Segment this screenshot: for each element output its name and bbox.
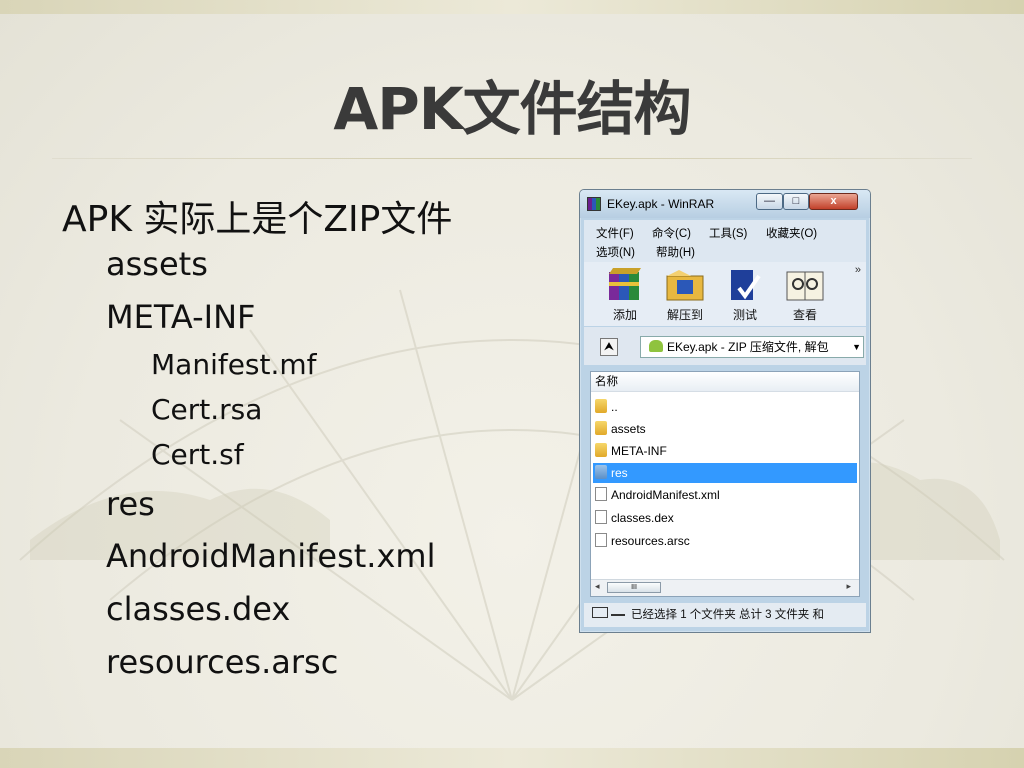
test-button[interactable]: 测试 [718, 266, 772, 324]
list-item-selected[interactable]: res [593, 463, 857, 483]
list-item[interactable]: .. [593, 397, 857, 417]
minimize-button[interactable]: — [756, 193, 783, 210]
window-title: EKey.apk - WinRAR [607, 197, 715, 211]
add-button[interactable]: 添加 [598, 266, 652, 324]
test-icon [723, 266, 767, 304]
bullet-level2: META-INF [106, 298, 256, 336]
toolbar: 添加 解压到 测试 查看 » [584, 262, 866, 326]
file-icon [595, 533, 607, 547]
menu-help[interactable]: 帮助(H) [656, 244, 695, 260]
bullet-level1: APK 实际上是个ZIP文件 [62, 199, 453, 240]
folder-icon [595, 465, 607, 479]
title-divider [52, 158, 972, 159]
menu-favorites[interactable]: 收藏夹(O) [766, 225, 817, 241]
bottom-decor-band [0, 748, 1024, 768]
slide-title: APK文件结构 [333, 75, 691, 143]
view-icon [783, 266, 827, 304]
list-item[interactable]: assets [593, 419, 857, 439]
scroll-right-icon[interactable]: ▸ [846, 581, 851, 592]
test-label: 测试 [732, 308, 757, 322]
up-folder-icon[interactable]: ⮝ [600, 338, 618, 356]
bullet-level3: Cert.sf [151, 438, 244, 471]
folder-icon [595, 421, 607, 435]
address-text: EKey.apk - ZIP 压缩文件, 解包 [667, 340, 829, 354]
extract-button[interactable]: 解压到 [658, 266, 712, 324]
bullet-level2: AndroidManifest.xml [106, 537, 436, 575]
add-label: 添加 [612, 308, 637, 322]
address-bar: ⮝ EKey.apk - ZIP 压缩文件, 解包 ▼ [584, 327, 866, 365]
view-label: 查看 [792, 308, 817, 322]
disk-icon [592, 607, 608, 618]
column-header-name[interactable]: 名称 [591, 372, 859, 392]
bullet-level3: Cert.rsa [151, 393, 263, 426]
menu-tools[interactable]: 工具(S) [709, 225, 747, 241]
bullet-level2: resources.arsc [106, 643, 339, 681]
horizontal-scrollbar[interactable]: ◂ III ▸ [591, 579, 859, 596]
list-item[interactable]: META-INF [593, 441, 857, 461]
address-dropdown[interactable]: EKey.apk - ZIP 压缩文件, 解包 ▼ [640, 336, 864, 358]
list-item[interactable]: AndroidManifest.xml [593, 485, 857, 505]
list-item[interactable]: resources.arsc [593, 531, 857, 551]
menu-command[interactable]: 命令(C) [652, 225, 691, 241]
view-button[interactable]: 查看 [778, 266, 832, 324]
menu-options[interactable]: 选项(N) [596, 244, 635, 260]
window-titlebar[interactable]: EKey.apk - WinRAR — □ x [580, 190, 870, 218]
bullet-level3: Manifest.mf [151, 348, 317, 381]
winrar-app-icon [587, 197, 601, 211]
folder-icon [595, 399, 607, 413]
extract-label: 解压到 [666, 308, 703, 322]
folder-icon [595, 443, 607, 457]
bullet-level2: assets [106, 245, 208, 283]
status-bar: 已经选择 1 个文件夹 总计 3 文件夹 和 [584, 603, 866, 627]
scroll-thumb[interactable]: III [607, 582, 661, 593]
toolbar-overflow-chevron[interactable]: » [855, 264, 861, 276]
file-icon [595, 510, 607, 524]
menu-bar: 文件(F) 命令(C) 工具(S) 收藏夹(O) 选项(N) 帮助(H) [584, 220, 866, 262]
android-icon [649, 340, 663, 352]
bullet-level2: classes.dex [106, 590, 291, 628]
maximize-button[interactable]: □ [783, 193, 809, 210]
add-icon [603, 266, 647, 304]
status-text: 已经选择 1 个文件夹 总计 3 文件夹 和 [631, 609, 824, 621]
bullet-level2: res [106, 485, 155, 523]
list-item[interactable]: classes.dex [593, 508, 857, 528]
extract-icon [663, 266, 707, 304]
chevron-down-icon[interactable]: ▼ [852, 337, 861, 357]
file-list: 名称 .. assets META-INF res AndroidManifes… [590, 371, 860, 597]
file-icon [595, 487, 607, 501]
winrar-window: EKey.apk - WinRAR — □ x 文件(F) 命令(C) 工具(S… [579, 189, 871, 633]
scroll-left-icon[interactable]: ◂ [595, 581, 600, 592]
key-icon [611, 608, 625, 616]
menu-file[interactable]: 文件(F) [596, 225, 634, 241]
close-button[interactable]: x [809, 193, 858, 210]
